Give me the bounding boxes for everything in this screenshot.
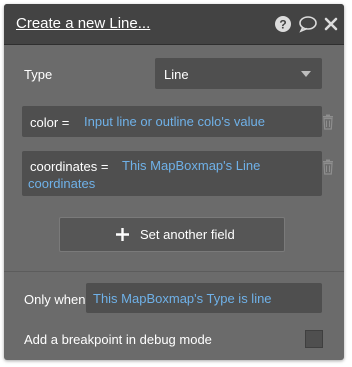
svg-text:?: ? xyxy=(279,18,286,32)
set-another-field-button[interactable]: Set another field xyxy=(59,217,285,252)
trash-icon[interactable] xyxy=(322,159,334,175)
workflow-action-panel: Create a new Line... ? Type Line color =… xyxy=(4,4,344,360)
plus-icon xyxy=(115,227,130,242)
field-row-coordinates: coordinates = This MapBoxmap's Line coor… xyxy=(22,151,322,196)
panel-title[interactable]: Create a new Line... xyxy=(16,15,150,32)
only-when-value: This MapBoxmap's Type is line xyxy=(93,291,272,306)
close-icon[interactable] xyxy=(323,15,341,33)
field-row-color: color = Input line or outline colo's val… xyxy=(22,106,322,137)
set-another-field-label: Set another field xyxy=(140,227,235,242)
type-label: Type xyxy=(24,67,53,82)
field-value-coordinates-line1[interactable]: This MapBoxmap's Line xyxy=(122,157,260,175)
type-dropdown-value: Line xyxy=(164,67,189,82)
field-value-color[interactable]: Input line or outline colo's value xyxy=(84,113,265,131)
only-when-label: Only when xyxy=(24,292,86,307)
type-dropdown[interactable]: Line xyxy=(155,58,322,89)
trash-icon[interactable] xyxy=(322,114,334,130)
help-icon[interactable]: ? xyxy=(274,15,292,33)
comment-icon[interactable] xyxy=(298,15,317,33)
field-key-coordinates: coordinates = xyxy=(30,159,109,174)
field-key-color: color = xyxy=(30,115,70,130)
divider xyxy=(4,271,344,272)
panel-header: Create a new Line... ? xyxy=(4,4,344,45)
breakpoint-checkbox[interactable] xyxy=(305,330,323,348)
breakpoint-label: Add a breakpoint in debug mode xyxy=(24,332,212,347)
only-when-input[interactable]: This MapBoxmap's Type is line xyxy=(86,283,322,313)
chevron-down-icon xyxy=(301,71,311,77)
field-value-coordinates-line2[interactable]: coordinates xyxy=(28,175,95,193)
